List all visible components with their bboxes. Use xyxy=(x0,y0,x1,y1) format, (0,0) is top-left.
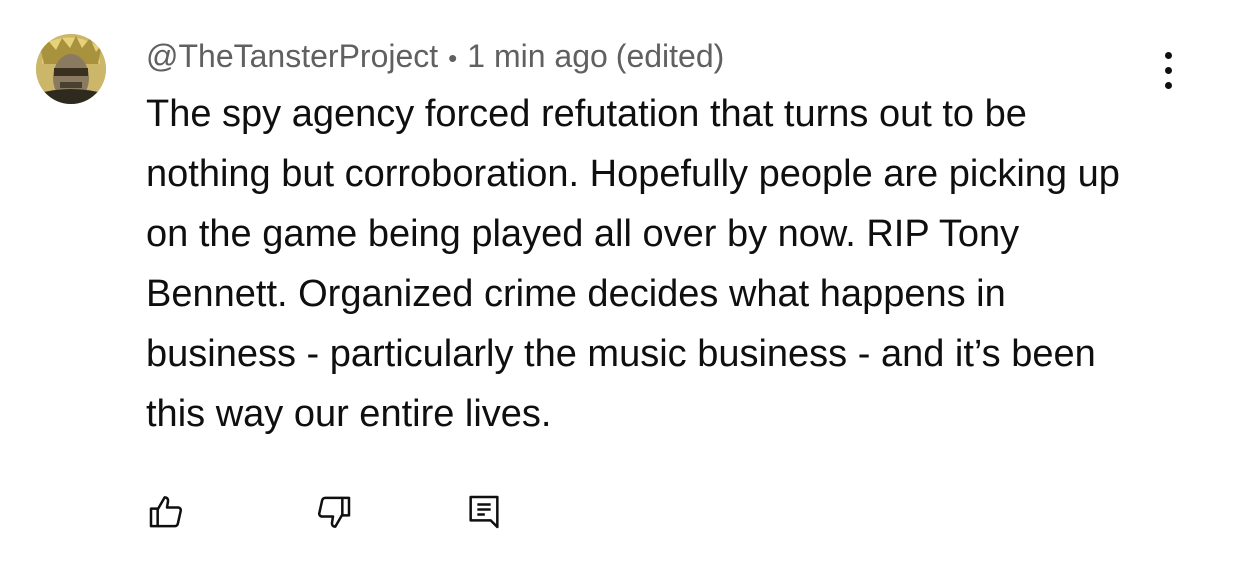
avatar[interactable] xyxy=(36,34,106,104)
thumbs-up-icon xyxy=(149,496,183,528)
comment-text: The spy agency forced refutation that tu… xyxy=(146,93,1120,435)
dislike-button[interactable] xyxy=(312,490,356,534)
separator-dot: • xyxy=(448,43,458,73)
more-vertical-icon-dot xyxy=(1164,66,1172,74)
more-vertical-icon xyxy=(1164,51,1172,59)
thumbs-down-icon xyxy=(317,496,351,528)
author-name[interactable]: @TheTansterProject xyxy=(146,38,438,74)
like-button[interactable] xyxy=(144,490,188,534)
reply-comment-icon xyxy=(469,495,499,529)
avatar-image xyxy=(36,34,106,104)
more-options-button[interactable] xyxy=(1148,46,1188,94)
comment-meta: @TheTansterProject • 1 min ago (edited) xyxy=(146,34,724,80)
more-vertical-icon-dot xyxy=(1164,81,1172,89)
comment-timestamp[interactable]: 1 min ago xyxy=(467,38,608,74)
reply-button[interactable] xyxy=(462,490,506,534)
edited-label: (edited) xyxy=(615,38,725,74)
